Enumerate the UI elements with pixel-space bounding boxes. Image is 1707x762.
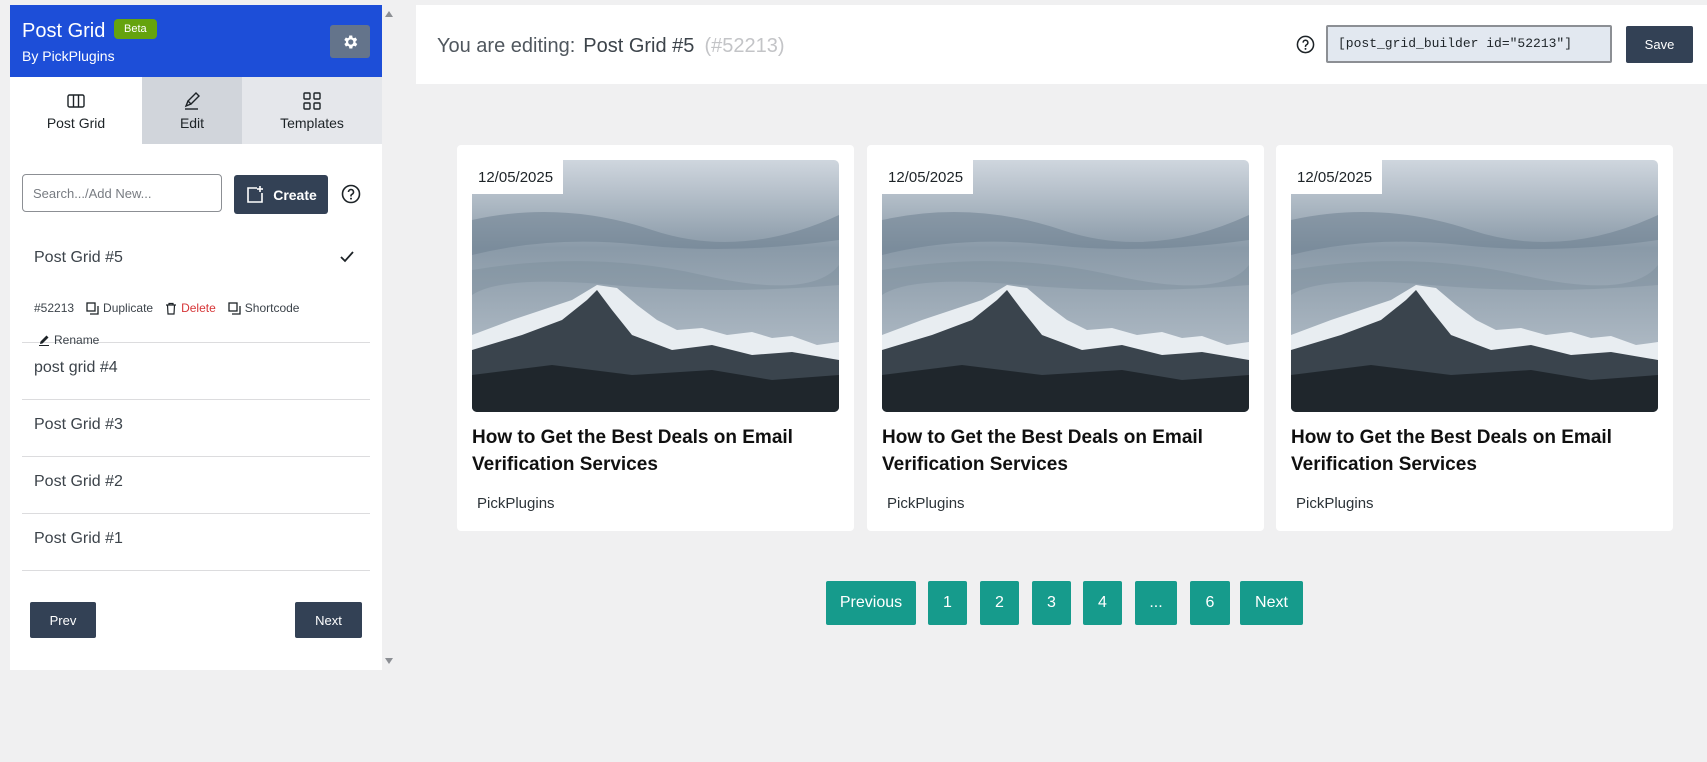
help-button[interactable] [1296, 35, 1315, 59]
create-button[interactable]: Create [234, 175, 328, 214]
post-author[interactable]: PickPlugins [1296, 495, 1374, 512]
settings-button[interactable] [330, 25, 370, 58]
beta-badge: Beta [114, 19, 157, 39]
editing-label: You are editing: [437, 35, 576, 57]
sidebar: Post Grid Beta By PickPlugins Post Grid … [10, 5, 382, 670]
mountain-photo [472, 160, 839, 412]
copy-icon [86, 301, 99, 315]
list-item-post-grid-1[interactable]: Post Grid #1 [22, 514, 370, 571]
post-thumbnail[interactable] [472, 160, 839, 412]
columns-icon [67, 91, 85, 111]
tab-edit[interactable]: Edit [142, 77, 242, 144]
create-label: Create [273, 186, 317, 203]
post-date: 12/05/2025 [472, 160, 564, 194]
sidebar-scrollbar[interactable] [382, 5, 396, 670]
copy-icon [228, 301, 241, 315]
mountain-photo [882, 160, 1249, 412]
gear-icon [344, 35, 358, 48]
check-icon [340, 251, 354, 263]
post-author[interactable]: PickPlugins [477, 495, 555, 512]
pagination-page-3[interactable]: 3 [1032, 581, 1071, 625]
mountain-photo [1291, 160, 1658, 412]
editor-header: You are editing: Post Grid #5 (#52213) [po… [416, 5, 1707, 84]
post-thumbnail[interactable] [882, 160, 1249, 412]
list-item-label: post grid #4 [34, 359, 118, 376]
pagination-ellipsis: ... [1135, 581, 1177, 625]
help-button[interactable] [341, 184, 361, 209]
shortcode-label: Shortcode [244, 301, 300, 315]
sidebar-prev-button[interactable]: Prev [30, 602, 96, 638]
app-title: Post Grid [22, 20, 106, 42]
sidebar-tabs: Post Grid Edit Templates [10, 77, 382, 144]
post-date: 12/05/2025 [1291, 160, 1383, 194]
brush-icon [184, 91, 200, 111]
tab-post-grid[interactable]: Post Grid [10, 77, 142, 144]
post-author[interactable]: PickPlugins [887, 495, 965, 512]
item-actions: #52213 Duplicate Delete Shortcode [34, 301, 299, 315]
list-item-label: Post Grid #3 [34, 416, 123, 433]
post-thumbnail[interactable] [1291, 160, 1658, 412]
post-card[interactable]: 12/05/2025 How to Get the Best Deals on … [457, 145, 854, 531]
list-item-post-grid-3[interactable]: Post Grid #3 [22, 400, 370, 457]
add-file-icon [247, 185, 264, 203]
pagination-page-2[interactable]: 2 [980, 581, 1019, 625]
list-item-post-grid-5[interactable]: Post Grid #5 #52213 Duplicate Delete Sho… [22, 233, 370, 347]
list-item-post-grid-4[interactable]: post grid #4 [22, 343, 370, 400]
post-name: Post Grid #5 [583, 35, 695, 57]
list-item-label: Post Grid #5 [34, 249, 123, 266]
pagination-next[interactable]: Next [1240, 581, 1303, 625]
brand-header: Post Grid Beta By PickPlugins [10, 5, 382, 77]
tab-label: Edit [179, 114, 205, 131]
pagination-previous[interactable]: Previous [826, 581, 916, 625]
post-date: 12/05/2025 [882, 160, 974, 194]
tab-label: Templates [280, 114, 344, 131]
duplicate-action[interactable]: Duplicate [86, 301, 153, 315]
list-item-label: Post Grid #2 [34, 473, 123, 490]
grid-icon [303, 91, 321, 111]
shortcode-field[interactable]: [post_grid_builder id="52213"] [1326, 25, 1612, 63]
post-card[interactable]: 12/05/2025 How to Get the Best Deals on … [1276, 145, 1673, 531]
item-id: #52213 [34, 301, 75, 315]
delete-label: Delete [181, 301, 216, 315]
help-icon [1296, 35, 1315, 54]
scroll-down-arrow-icon[interactable] [385, 658, 393, 664]
sidebar-next-button[interactable]: Next [295, 602, 362, 638]
post-title[interactable]: How to Get the Best Deals on Email Verif… [1291, 424, 1661, 478]
pagination-page-6[interactable]: 6 [1190, 581, 1230, 625]
trash-icon [166, 302, 177, 315]
duplicate-label: Duplicate [103, 301, 154, 315]
pagination-page-4[interactable]: 4 [1083, 581, 1122, 625]
list-item-post-grid-2[interactable]: Post Grid #2 [22, 457, 370, 514]
app-subtitle: By PickPlugins [22, 48, 115, 64]
list-item-label: Post Grid #1 [34, 530, 123, 547]
post-title[interactable]: How to Get the Best Deals on Email Verif… [472, 424, 842, 478]
scroll-up-arrow-icon[interactable] [385, 11, 393, 17]
tab-label: Post Grid [46, 114, 106, 131]
help-icon [341, 184, 361, 204]
editing-title: You are editing: Post Grid #5 (#52213) [437, 35, 785, 58]
post-title[interactable]: How to Get the Best Deals on Email Verif… [882, 424, 1252, 478]
save-button[interactable]: Save [1626, 26, 1693, 63]
post-id: (#52213) [704, 35, 785, 57]
tab-templates[interactable]: Templates [242, 77, 382, 144]
search-input[interactable] [22, 174, 222, 212]
shortcode-action[interactable]: Shortcode [228, 301, 300, 315]
post-card[interactable]: 12/05/2025 How to Get the Best Deals on … [867, 145, 1264, 531]
delete-action[interactable]: Delete [165, 301, 216, 315]
pagination-page-1[interactable]: 1 [928, 581, 967, 625]
